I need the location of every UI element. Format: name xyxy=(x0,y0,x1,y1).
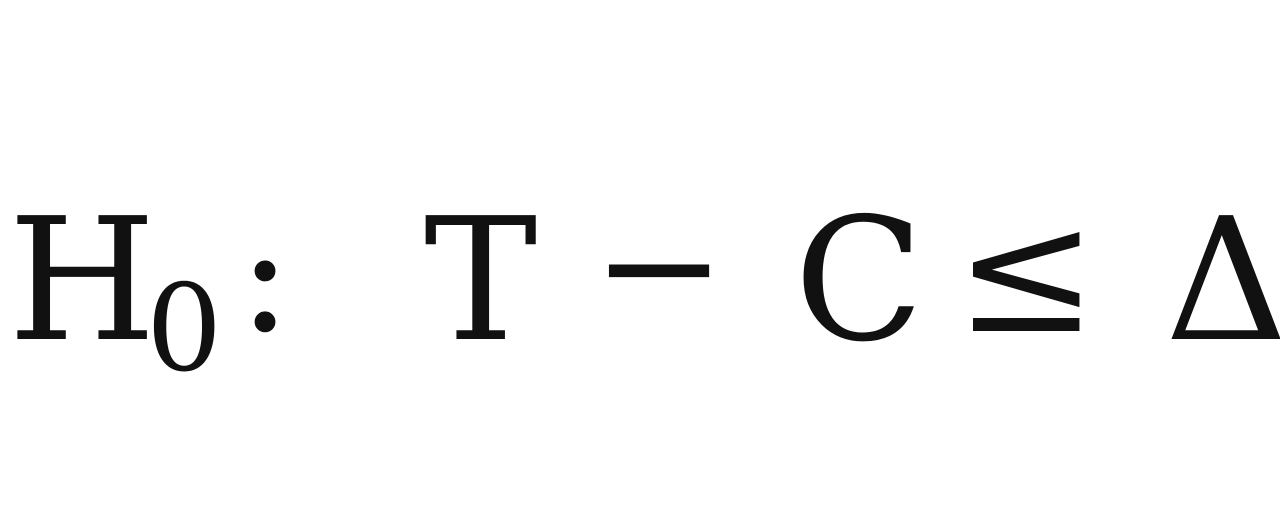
equation-colon: : xyxy=(238,181,292,368)
hypothesis-symbol: H xyxy=(8,182,157,380)
treatment-symbol: T xyxy=(424,182,538,380)
minus-sign: − xyxy=(592,172,727,359)
hypothesis-equation: H 0 : T − C ≤ Δ xyxy=(0,0,1280,527)
delta-symbol: Δ xyxy=(1165,182,1280,380)
control-symbol: C xyxy=(794,182,925,380)
less-than-or-equal-sign: ≤ xyxy=(955,174,1098,372)
hypothesis-subscript: 0 xyxy=(146,260,223,399)
